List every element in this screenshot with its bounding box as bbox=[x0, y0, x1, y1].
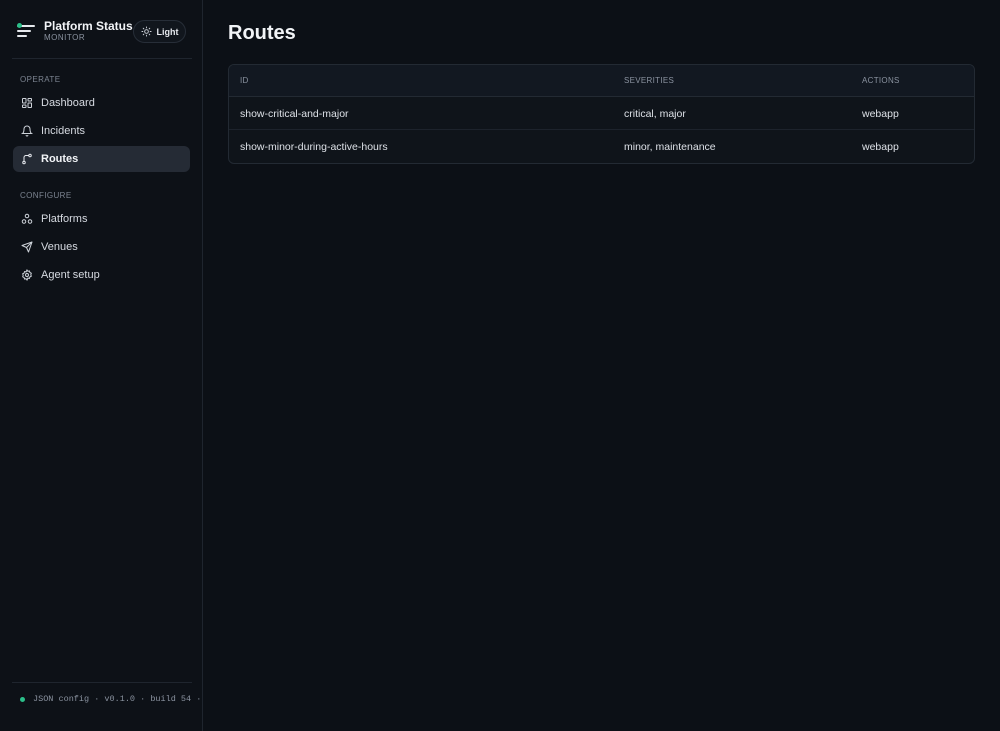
sidebar-item-label: Dashboard bbox=[41, 97, 95, 109]
divider bbox=[12, 58, 192, 59]
build-info-text: JSON config · v0.1.0 · build 54 · bbox=[33, 694, 202, 704]
column-header-id[interactable]: ID bbox=[240, 76, 249, 85]
sidebar-item-label: Incidents bbox=[41, 125, 86, 137]
sidebar-item-venues[interactable]: Venues bbox=[13, 234, 190, 260]
sidebar: Platform Status MONITOR Light OPERATE Da… bbox=[0, 0, 203, 731]
sidebar-item-dashboard[interactable]: Dashboard bbox=[13, 90, 190, 116]
cell-id: show-critical-and-major bbox=[240, 108, 349, 120]
cell-actions: webapp bbox=[862, 108, 899, 120]
logo-icon bbox=[17, 23, 37, 39]
table-row[interactable]: show-critical-and-major critical, major … bbox=[229, 97, 974, 130]
cell-severities: minor, maintenance bbox=[624, 141, 716, 153]
section-label-operate: OPERATE bbox=[20, 75, 61, 84]
sidebar-item-label: Venues bbox=[41, 241, 78, 253]
status-dot-icon bbox=[20, 696, 25, 702]
brand[interactable]: Platform Status MONITOR bbox=[17, 19, 133, 43]
cell-id: show-minor-during-active-hours bbox=[240, 141, 388, 153]
section-label-configure: CONFIGURE bbox=[20, 191, 72, 200]
sidebar-item-label: Routes bbox=[41, 153, 79, 165]
gear-icon bbox=[22, 269, 32, 281]
column-header-actions[interactable]: ACTIONS bbox=[862, 76, 900, 85]
nodes-icon bbox=[21, 213, 33, 224]
table-row[interactable]: show-minor-during-active-hours minor, ma… bbox=[229, 130, 974, 163]
grid-icon bbox=[22, 98, 32, 108]
sidebar-item-incidents[interactable]: Incidents bbox=[13, 118, 190, 144]
sidebar-item-label: Agent setup bbox=[41, 269, 100, 281]
table-header: ID SEVERITIES ACTIONS bbox=[229, 65, 974, 97]
sidebar-item-routes[interactable]: Routes bbox=[13, 146, 190, 172]
brand-subtitle: MONITOR bbox=[44, 33, 86, 42]
sidebar-item-agent-setup[interactable]: Agent setup bbox=[13, 262, 190, 288]
page-title: Routes bbox=[228, 22, 296, 44]
send-icon bbox=[21, 241, 33, 253]
column-header-severities[interactable]: SEVERITIES bbox=[624, 76, 674, 85]
cell-severities: critical, major bbox=[624, 108, 686, 120]
theme-toggle-button[interactable]: Light bbox=[133, 20, 186, 43]
brand-title: Platform Status bbox=[44, 19, 133, 33]
divider bbox=[12, 682, 192, 683]
route-icon bbox=[22, 153, 32, 165]
routes-table: ID SEVERITIES ACTIONS show-critical-and-… bbox=[228, 64, 975, 164]
sidebar-item-label: Platforms bbox=[41, 213, 88, 225]
build-info: JSON config · v0.1.0 · build 54 · bbox=[20, 694, 201, 704]
theme-toggle-label: Light bbox=[156, 26, 179, 37]
cell-actions: webapp bbox=[862, 141, 899, 153]
bell-icon bbox=[21, 125, 33, 137]
sidebar-item-platforms[interactable]: Platforms bbox=[13, 206, 190, 232]
sun-icon bbox=[140, 26, 152, 37]
